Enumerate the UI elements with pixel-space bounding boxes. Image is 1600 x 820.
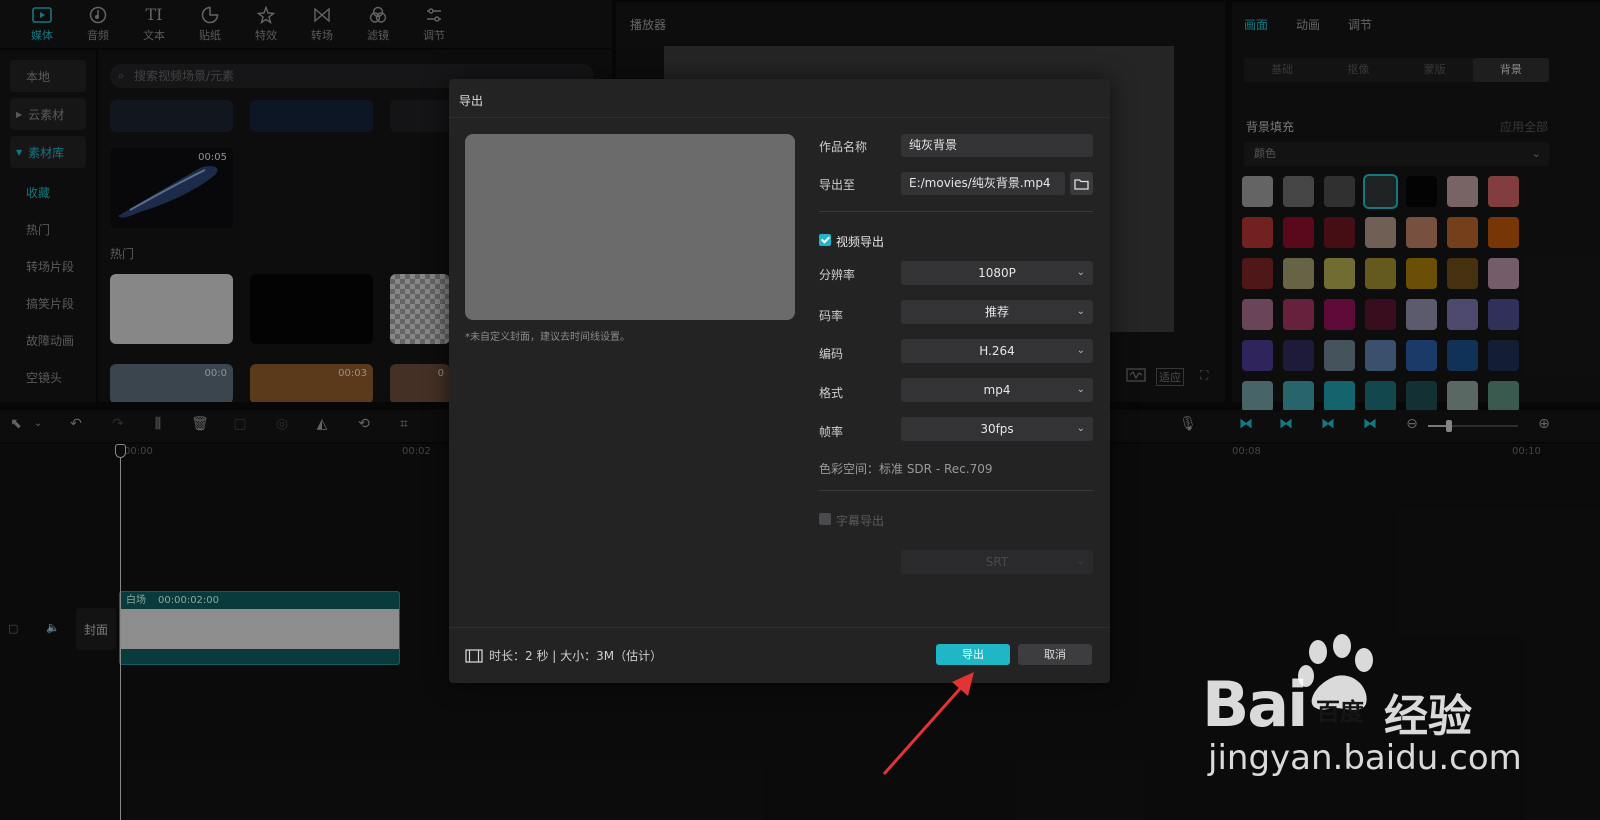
subtitle-format-select[interactable]: SRT ⌄ (901, 550, 1093, 574)
export-dialog: 导出 *未自定义封面，建议去时间线设置。 作品名称 纯灰背景 导出至 E:/mo… (449, 79, 1110, 683)
bitrate-label: 码率 (819, 309, 844, 323)
export-to-label: 导出至 (819, 178, 856, 192)
fps-label: 帧率 (819, 425, 844, 439)
resolution-select[interactable]: 1080P ⌄ (901, 261, 1093, 285)
divider (819, 490, 1093, 491)
divider (819, 211, 1093, 212)
divider (449, 117, 1110, 118)
watermark-suffix: 经验 (1384, 691, 1472, 742)
chevron-down-icon: ⌄ (1076, 306, 1085, 317)
color-space-info: 色彩空间：标准 SDR - Rec.709 (819, 462, 993, 476)
cover-hint: *未自定义封面，建议去时间线设置。 (465, 332, 630, 343)
film-icon (465, 648, 483, 663)
format-select[interactable]: mp4 ⌄ (901, 378, 1093, 402)
annotation-arrow (882, 672, 974, 775)
divider (449, 627, 1110, 628)
watermark-brand: Bai (1202, 668, 1308, 741)
subtitle-export-label: 字幕导出 (836, 514, 885, 528)
name-input[interactable]: 纯灰背景 (901, 134, 1093, 157)
cancel-button[interactable]: 取消 (1018, 644, 1092, 665)
cover-preview[interactable] (465, 134, 795, 320)
chevron-down-icon: ⌄ (1076, 384, 1085, 395)
codec-label: 编码 (819, 347, 844, 361)
chevron-down-icon: ⌄ (1076, 423, 1085, 434)
bitrate-select[interactable]: 推荐 ⌄ (901, 300, 1093, 324)
video-export-label: 视频导出 (836, 235, 885, 249)
subtitle-export-checkbox[interactable] (819, 513, 831, 525)
export-summary: 时长：2 秒 | 大小：3M（估计） (465, 647, 662, 664)
name-label: 作品名称 (819, 140, 868, 154)
browse-folder-button[interactable] (1070, 172, 1093, 195)
codec-select[interactable]: H.264 ⌄ (901, 339, 1093, 363)
chevron-down-icon: ⌄ (1076, 267, 1085, 278)
fps-select[interactable]: 30fps ⌄ (901, 417, 1093, 441)
resolution-label: 分辨率 (819, 268, 856, 282)
folder-icon (1074, 178, 1089, 190)
export-button[interactable]: 导出 (936, 644, 1010, 665)
format-label: 格式 (819, 386, 844, 400)
watermark-brand-cn: 百度 (1316, 698, 1364, 726)
chevron-down-icon: ⌄ (1076, 556, 1085, 567)
watermark-url: jingyan.baidu.com (1208, 738, 1522, 778)
export-path-input[interactable]: E:/movies/纯灰背景.mp4 (901, 172, 1065, 195)
chevron-down-icon: ⌄ (1076, 345, 1085, 356)
video-export-checkbox[interactable] (819, 234, 831, 246)
dialog-title: 导出 (459, 94, 484, 108)
